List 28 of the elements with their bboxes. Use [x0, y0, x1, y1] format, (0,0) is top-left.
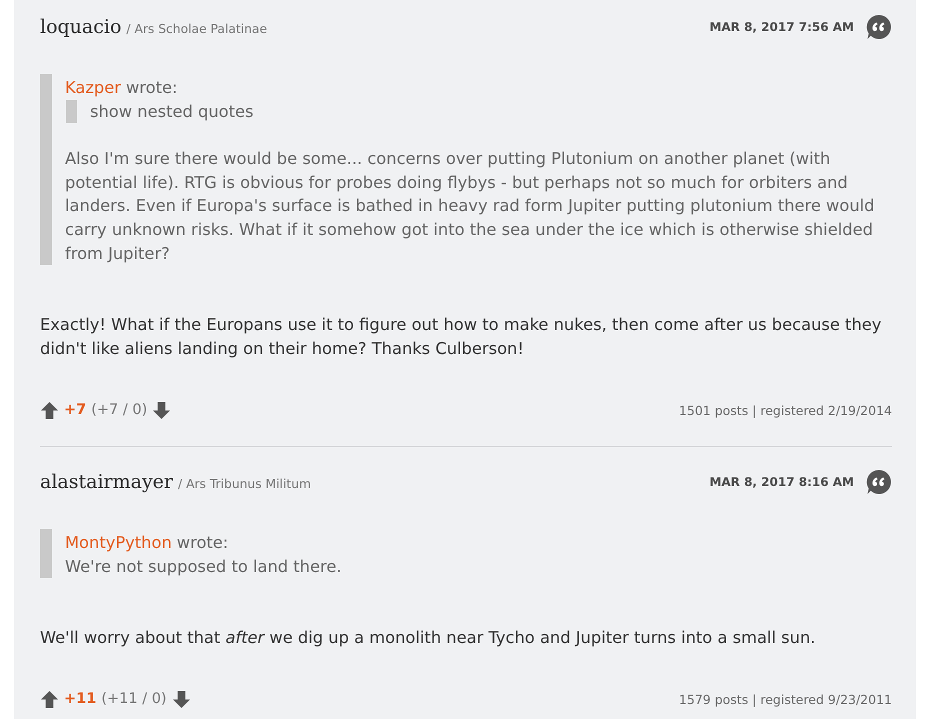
quote-icon[interactable]	[866, 469, 892, 496]
upvote-icon[interactable]	[40, 690, 59, 709]
vote-tally: (+7 / 0)	[91, 402, 148, 418]
vote-score: +11	[64, 691, 96, 708]
vote-score: +7	[64, 402, 86, 418]
post-date: MAR 8, 2017 8:16 AM	[709, 475, 854, 490]
username-link[interactable]: alastairmayer	[40, 471, 174, 494]
wrote-label: wrote:	[176, 532, 228, 554]
user-stats: 1579 posts | registered 9/23/2011	[678, 692, 892, 707]
downvote-icon[interactable]	[172, 690, 191, 709]
quoted-text: Also I'm sure there would be some... concerns over putting Plutonium on another planet (with potential life). RTG is obvious for probes doing flybys - but perhaps not so much for orbiters and landers. Even if Europa's surface is bathed in heavy rad form Jupiter putting plutonium there would carry unknown risks. What if it somehow got into the sea under the ice which is otherwise shielded from Jupiter?	[65, 148, 876, 265]
quoted-text: We're not supposed to land there.	[65, 556, 343, 578]
wrote-label: wrote:	[126, 77, 178, 99]
quote-bar	[40, 529, 52, 578]
upvote-icon[interactable]	[40, 400, 59, 420]
username-link[interactable]: loquacio	[40, 16, 122, 38]
quoted-author-link[interactable]: Kazper	[65, 76, 121, 100]
vote-tally: (+11 / 0)	[101, 691, 167, 708]
downvote-icon[interactable]	[152, 400, 172, 420]
user-rank: / Ars Tribunus Militum	[178, 477, 311, 492]
post-body: Exactly! What if the Europans use it to figure out how to make nukes, then come after us because they didn't like aliens landing on their home? Thanks Culberson!	[40, 314, 882, 360]
quote-icon[interactable]	[866, 14, 892, 40]
post-date: MAR 8, 2017 7:56 AM	[709, 20, 854, 34]
quoted-author-link[interactable]: MontyPython	[65, 531, 172, 555]
user-stats: 1501 posts | registered 2/19/2014	[678, 402, 892, 418]
post-body: We'll worry about that after we dig up a monolith near Tycho and Jupiter turns into a small sun.	[40, 627, 816, 650]
user-rank: / Ars Scholae Palatinae	[126, 22, 268, 36]
nested-quotes-toggle[interactable]: show nested quotes	[66, 100, 254, 124]
